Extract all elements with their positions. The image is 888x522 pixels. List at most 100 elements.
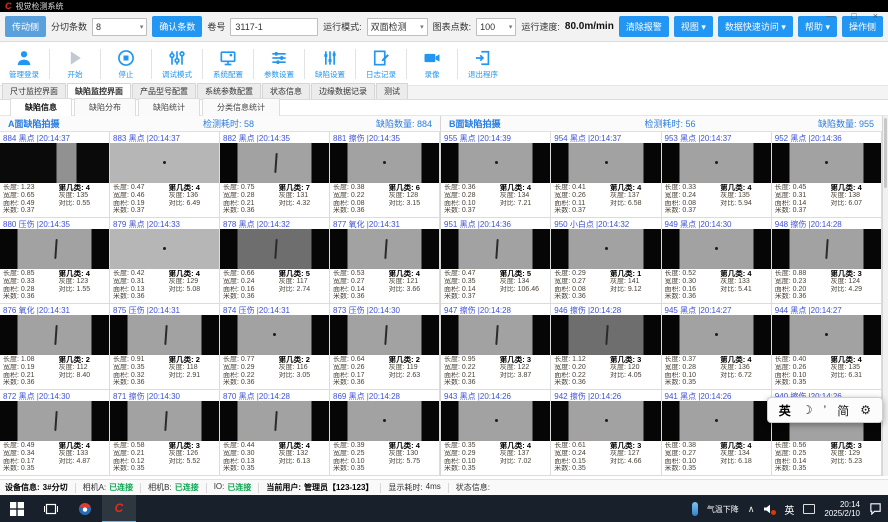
close-button[interactable]: ×	[873, 11, 878, 21]
action-defect-settings[interactable]: 缺陷设置	[308, 48, 352, 80]
defect-card[interactable]: 941 黑点 |20:14:26长度: 0.38宽度: 0.27面积: 0.10…	[662, 390, 772, 476]
defect-card[interactable]: 882 黑点 |20:14:35长度: 0.75宽度: 0.28面积: 0.21…	[220, 132, 330, 218]
metric-class: 第几类: 3	[831, 442, 878, 450]
metric-length: 长度: 0.29	[554, 270, 610, 278]
main-tab-4[interactable]: 状态信息	[262, 83, 310, 99]
volume-icon[interactable]	[763, 503, 775, 515]
defect-card[interactable]: 874 压伤 |20:14:31长度: 0.77宽度: 0.29面积: 0.22…	[220, 304, 330, 390]
main-tab-6[interactable]: 测试	[376, 83, 408, 99]
start-button[interactable]	[0, 495, 34, 522]
notification-center-icon[interactable]	[869, 502, 882, 517]
slit-count-select[interactable]: 8▾	[92, 18, 147, 36]
defect-card[interactable]: 953 黑点 |20:14:37长度: 0.33宽度: 0.24面积: 0.08…	[662, 132, 772, 218]
roll-number-input[interactable]: 3117-1	[230, 18, 318, 36]
run-mode-select[interactable]: 双面检测▾	[367, 18, 428, 36]
metric-class: 第几类: 3	[610, 356, 657, 364]
sub-tab-3[interactable]: 分类信息统计	[202, 98, 280, 117]
metric-area: 面积: 0.49	[3, 200, 59, 208]
metric-length: 长度: 0.36	[444, 184, 500, 192]
defect-card[interactable]: 884 黑点 |20:14:37长度: 1.23宽度: 0.65面积: 0.49…	[0, 132, 110, 218]
defect-card[interactable]: 880 压伤 |20:14:35长度: 0.85宽度: 0.33面积: 0.28…	[0, 218, 110, 304]
defect-card[interactable]: 955 黑点 |20:14:39长度: 0.36宽度: 0.28面积: 0.10…	[441, 132, 551, 218]
ime-punctuation-icon[interactable]: ’	[824, 403, 827, 417]
defect-count: 缺陷数量: 884	[305, 117, 432, 130]
defect-card[interactable]: 954 黑点 |20:14:37长度: 0.41宽度: 0.26面积: 0.11…	[551, 132, 661, 218]
defect-card[interactable]: 883 黑点 |20:14:37长度: 0.47宽度: 0.46面积: 0.19…	[110, 132, 220, 218]
weather-text[interactable]: 气温下降	[707, 504, 739, 515]
metric-contrast: 对比: 2.63	[389, 372, 436, 380]
clear-alarm-button[interactable]: 清除报警	[619, 16, 669, 37]
defect-card[interactable]: 871 擦伤 |20:14:30长度: 0.58宽度: 0.21面积: 0.12…	[110, 390, 220, 476]
clock[interactable]: 20:14 2025/2/10	[824, 500, 860, 518]
action-stop[interactable]: 停止	[104, 48, 148, 80]
defect-card[interactable]: 944 黑点 |20:14:27长度: 0.40宽度: 0.26面积: 0.10…	[772, 304, 882, 390]
defect-image	[220, 401, 329, 441]
defect-card[interactable]: 872 黑点 |20:14:30长度: 0.49宽度: 0.34面积: 0.17…	[0, 390, 110, 476]
action-log[interactable]: 日志记录	[359, 48, 403, 80]
defect-card[interactable]: 878 黑点 |20:14:32长度: 0.66宽度: 0.24面积: 0.16…	[220, 218, 330, 304]
main-tab-5[interactable]: 边缘数据记录	[311, 83, 375, 99]
defect-card[interactable]: 879 黑点 |20:14:33长度: 0.42宽度: 0.31面积: 0.13…	[110, 218, 220, 304]
active-app-button[interactable]: C	[102, 495, 136, 522]
metric-width: 宽度: 0.26	[333, 364, 389, 372]
metric-meter: 米数: 0.36	[223, 207, 279, 215]
pinned-app-button[interactable]	[68, 495, 102, 522]
chart-points-select[interactable]: 100▾	[476, 18, 516, 36]
action-user[interactable]: 管理登录	[2, 48, 46, 80]
main-tab-2[interactable]: 产品型号配置	[132, 83, 196, 99]
defect-card[interactable]: 947 擦伤 |20:14:28长度: 0.95宽度: 0.22面积: 0.21…	[441, 304, 551, 390]
defect-card[interactable]: 943 黑点 |20:14:26长度: 0.35宽度: 0.29面积: 0.10…	[441, 390, 551, 476]
hidden-icons-chevron[interactable]: ∧	[748, 504, 755, 515]
sub-tab-0[interactable]: 缺陷信息	[10, 98, 72, 118]
defect-card[interactable]: 875 压伤 |20:14:31长度: 0.91宽度: 0.35面积: 0.32…	[110, 304, 220, 390]
defect-card-header: 942 擦伤 |20:14:26	[551, 390, 660, 401]
gear-icon[interactable]: ⚙	[860, 403, 871, 417]
main-tab-1[interactable]: 缺陷监控界面	[67, 83, 131, 99]
ime-simplified-toggle[interactable]: 简	[837, 402, 849, 419]
quick-access-menu-button[interactable]: 数据快速访问 ▾	[718, 16, 793, 37]
maximize-button[interactable]: □	[851, 11, 856, 21]
defect-card[interactable]: 945 黑点 |20:14:27长度: 0.37宽度: 0.28面积: 0.10…	[662, 304, 772, 390]
metric-class: 第几类: 3	[831, 270, 878, 278]
defect-card-header: 952 黑点 |20:14:36	[772, 132, 881, 143]
sub-tab-2[interactable]: 缺陷统计	[138, 98, 200, 117]
defect-card[interactable]: 946 擦伤 |20:14:28长度: 1.12宽度: 0.20面积: 0.22…	[551, 304, 661, 390]
defect-card[interactable]: 950 小白点 |20:14:32长度: 0.29宽度: 0.27面积: 0.0…	[551, 218, 661, 304]
defect-card[interactable]: 877 氧化 |20:14:31长度: 0.53宽度: 0.27面积: 0.14…	[330, 218, 440, 304]
task-view-button[interactable]	[34, 495, 68, 522]
action-debug[interactable]: 调试模式	[155, 48, 199, 80]
defect-card[interactable]: 869 黑点 |20:14:28长度: 0.39宽度: 0.25面积: 0.10…	[330, 390, 440, 476]
defect-card-header: 948 擦伤 |20:14:28	[772, 218, 881, 229]
defect-card[interactable]: 876 氧化 |20:14:31长度: 1.08宽度: 0.19面积: 0.21…	[0, 304, 110, 390]
action-params[interactable]: 参数设置	[257, 48, 301, 80]
ime-moon-icon[interactable]: ☽	[802, 403, 813, 417]
language-indicator[interactable]: 英	[784, 502, 794, 517]
main-tab-3[interactable]: 系统参数配置	[197, 83, 261, 99]
defect-card[interactable]: 942 擦伤 |20:14:26长度: 0.61宽度: 0.24面积: 0.15…	[551, 390, 661, 476]
sub-tab-1[interactable]: 缺陷分布	[74, 98, 136, 117]
defect-card[interactable]: 873 压伤 |20:14:30长度: 0.64宽度: 0.26面积: 0.17…	[330, 304, 440, 390]
speed-value: 80.0m/min	[565, 21, 614, 32]
action-camera[interactable]: 录像	[410, 48, 454, 80]
ime-lang-toggle[interactable]: 英	[779, 402, 791, 419]
action-exit[interactable]: 退出程序	[461, 48, 505, 80]
defect-image	[441, 229, 550, 269]
metric-area: 面积: 0.14	[333, 286, 389, 294]
action-system[interactable]: 系统配置	[206, 48, 250, 80]
action-play[interactable]: 开始	[53, 48, 97, 80]
confirm-count-button[interactable]: 确认条数	[152, 16, 202, 37]
drive-side-button[interactable]: 传动侧	[5, 16, 46, 37]
defect-card[interactable]: 951 黑点 |20:14:36长度: 0.47宽度: 0.35面积: 0.14…	[441, 218, 551, 304]
defect-card[interactable]: 949 黑点 |20:14:30长度: 0.52宽度: 0.30面积: 0.16…	[662, 218, 772, 304]
vertical-scrollbar[interactable]	[883, 116, 888, 476]
defect-card[interactable]: 870 黑点 |20:14:28长度: 0.44宽度: 0.30面积: 0.13…	[220, 390, 330, 476]
defect-card[interactable]: 881 擦伤 |20:14:35长度: 0.38宽度: 0.22面积: 0.08…	[330, 132, 440, 218]
view-menu-button[interactable]: 视图 ▾	[674, 16, 713, 37]
metric-meter: 米数: 0.35	[665, 379, 721, 387]
defect-card[interactable]: 952 黑点 |20:14:36长度: 0.45宽度: 0.31面积: 0.14…	[772, 132, 882, 218]
scrollbar-thumb[interactable]	[884, 118, 887, 188]
keyboard-icon[interactable]	[803, 504, 815, 514]
defect-card[interactable]: 948 擦伤 |20:14:28长度: 0.88宽度: 0.23面积: 0.20…	[772, 218, 882, 304]
status-label: 相机B:	[148, 482, 172, 493]
minimize-button[interactable]: —	[826, 11, 835, 21]
